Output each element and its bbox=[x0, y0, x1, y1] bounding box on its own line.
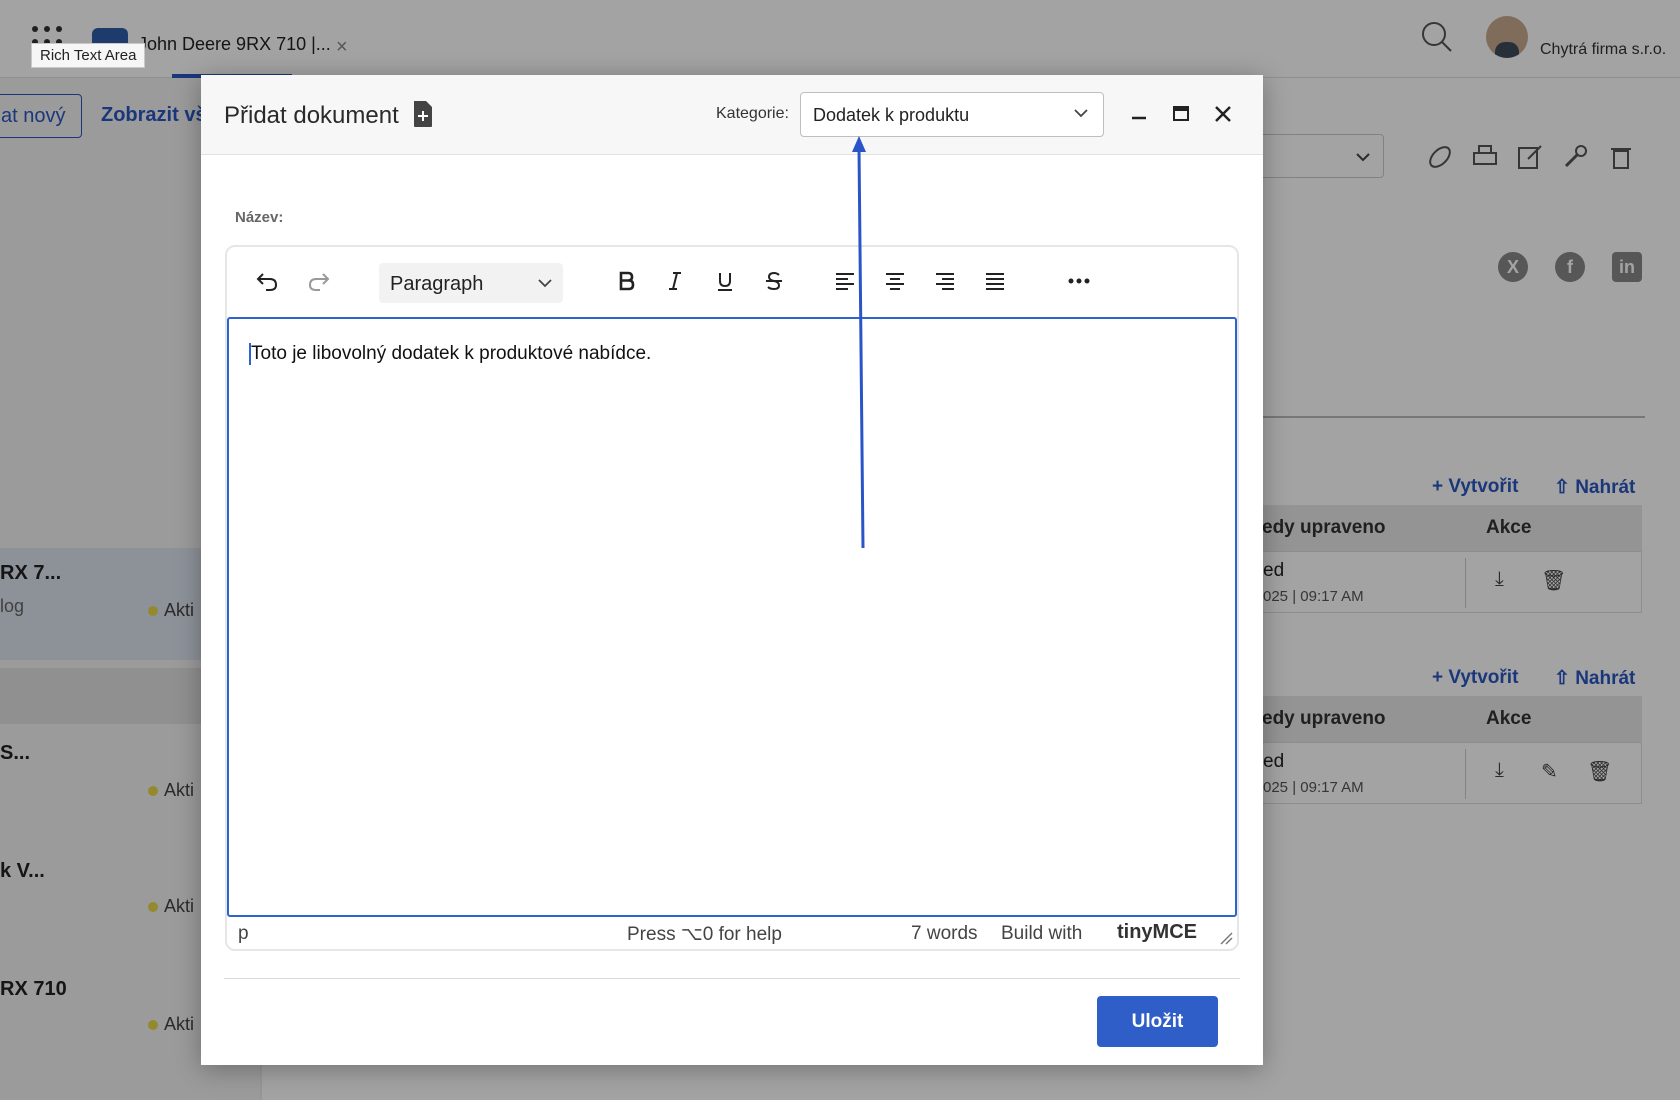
document-add-icon bbox=[414, 101, 432, 127]
category-value: Dodatek k produktu bbox=[813, 105, 970, 125]
redo-button[interactable] bbox=[301, 263, 337, 299]
dialog-title: Přidat dokument bbox=[224, 102, 399, 129]
block-format-value: Paragraph bbox=[390, 273, 484, 295]
close-icon[interactable] bbox=[1206, 97, 1240, 131]
rich-text-editor: Paragraph Toto je libovolný dodatek k pr… bbox=[225, 245, 1239, 951]
align-center-button[interactable] bbox=[877, 263, 913, 299]
more-button[interactable] bbox=[1061, 263, 1097, 299]
align-right-button[interactable] bbox=[927, 263, 963, 299]
chevron-down-icon bbox=[1074, 109, 1088, 118]
underline-button[interactable] bbox=[707, 263, 743, 299]
strikethrough-button[interactable] bbox=[756, 263, 792, 299]
minimize-icon[interactable] bbox=[1122, 97, 1156, 131]
tooltip: Rich Text Area bbox=[31, 43, 146, 68]
justify-icon bbox=[986, 273, 1004, 290]
save-button[interactable]: Uložit bbox=[1097, 996, 1218, 1047]
add-document-dialog: Přidat dokument Kategorie: Dodatek k pro… bbox=[201, 75, 1263, 1065]
block-format-select[interactable]: Paragraph bbox=[379, 263, 563, 303]
align-right-icon bbox=[936, 273, 954, 290]
bold-button[interactable] bbox=[608, 263, 644, 299]
build-with-label: Build with bbox=[1001, 923, 1083, 944]
chevron-down-icon bbox=[538, 279, 552, 288]
align-center-icon bbox=[886, 273, 904, 290]
editor-toolbar: Paragraph bbox=[227, 247, 1237, 317]
undo-icon bbox=[256, 273, 278, 291]
word-count[interactable]: 7 words bbox=[911, 923, 978, 945]
align-left-icon bbox=[836, 273, 854, 290]
underline-icon bbox=[718, 273, 732, 291]
editor-statusbar: p Press ⌥0 for help 7 words Build with t… bbox=[227, 917, 1237, 949]
help-hint: Press ⌥0 for help bbox=[627, 924, 782, 945]
strikethrough-icon bbox=[766, 271, 782, 291]
editor-content[interactable]: Toto je libovolný dodatek k produktové n… bbox=[251, 343, 651, 365]
footer-divider bbox=[224, 978, 1240, 979]
italic-button[interactable] bbox=[657, 263, 693, 299]
resize-handle-icon[interactable] bbox=[1219, 931, 1233, 945]
editor-content-area[interactable]: Toto je libovolný dodatek k produktové n… bbox=[227, 317, 1237, 917]
category-select[interactable]: Dodatek k produktu bbox=[800, 92, 1104, 137]
redo-icon bbox=[308, 273, 330, 291]
align-left-button[interactable] bbox=[827, 263, 863, 299]
dialog-header: Přidat dokument Kategorie: Dodatek k pro… bbox=[201, 75, 1263, 155]
undo-button[interactable] bbox=[249, 263, 285, 299]
name-label: Název: bbox=[235, 209, 284, 226]
bold-icon bbox=[619, 271, 635, 291]
category-label: Kategorie: bbox=[716, 105, 789, 122]
more-icon bbox=[1068, 278, 1090, 284]
italic-icon bbox=[669, 272, 681, 290]
maximize-icon[interactable] bbox=[1164, 97, 1198, 131]
tinymce-logo[interactable]: tinyMCE bbox=[1117, 921, 1197, 944]
element-path[interactable]: p bbox=[238, 923, 249, 945]
justify-button[interactable] bbox=[977, 263, 1013, 299]
